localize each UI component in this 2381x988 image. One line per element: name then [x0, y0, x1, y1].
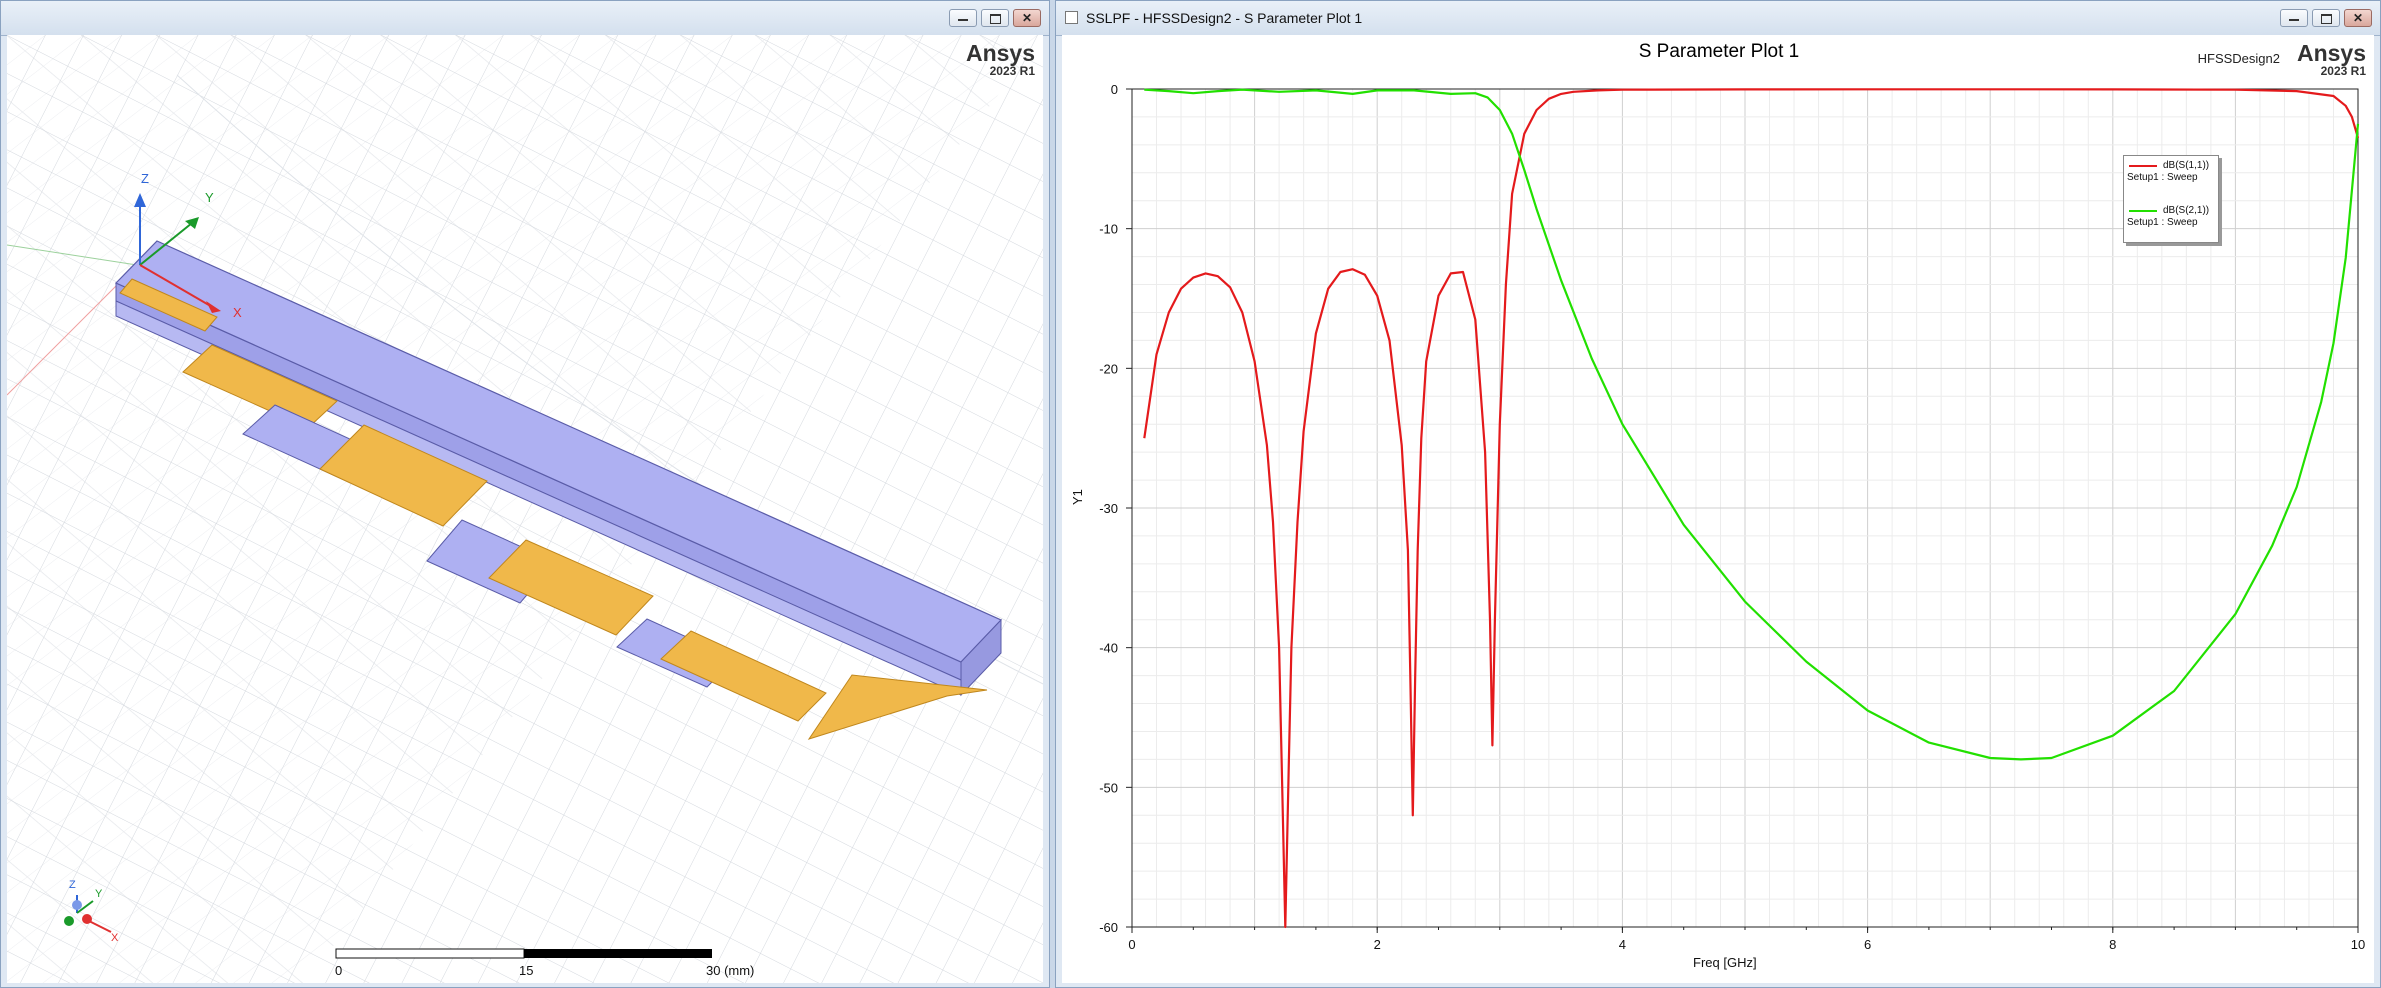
mini-axis-y: Y — [95, 888, 103, 900]
plot-titlebar[interactable]: SSLPF - HFSSDesign2 - S Parameter Plot 1… — [1056, 1, 2380, 36]
brand-name: Ansys — [2296, 40, 2366, 66]
x-tick-label: 10 — [2351, 937, 2365, 952]
plot-window-title: SSLPF - HFSSDesign2 - S Parameter Plot 1 — [1086, 10, 1363, 26]
minimize-button[interactable] — [949, 9, 977, 27]
x-tick-label: 0 — [1128, 937, 1135, 952]
axis-label-z: Z — [141, 171, 149, 186]
y-tick-label: -60 — [1099, 920, 1118, 935]
chart-legend[interactable]: dB(S(1,1)) Setup1 : Sweep dB(S(2,1)) Set… — [2123, 155, 2219, 243]
brand-name: Ansys — [965, 40, 1035, 66]
ruler-start-label: 0 — [335, 963, 343, 978]
chart-title: S Parameter Plot 1 — [1638, 41, 1800, 62]
x-tick-label: 8 — [2109, 937, 2116, 952]
close-button[interactable]: ✕ — [2344, 9, 2372, 27]
y-tick-label: -40 — [1099, 641, 1118, 656]
mini-axis-x: X — [111, 932, 119, 944]
x-axis-label: Freq [GHz] — [1693, 955, 1757, 970]
plot-window-controls: ✕ — [2280, 9, 2372, 27]
maximize-button[interactable] — [981, 9, 1009, 27]
modeler-window-controls: ✕ — [949, 9, 1041, 27]
y-axis-label: Y1 — [1070, 489, 1085, 505]
design-name: HFSSDesign2 — [2197, 51, 2280, 66]
modeler-window[interactable]: ✕ Z Y X Z Y X Ansys 2023 R1 0 15 30 (mm) — [0, 0, 1050, 988]
legend-label-s11: dB(S(1,1)) — [2163, 160, 2210, 171]
legend-swatch-s11 — [2129, 165, 2157, 167]
scale-ruler — [335, 948, 712, 959]
x-tick-label: 4 — [1619, 937, 1626, 952]
modeler-viewport[interactable]: Z Y X Z Y X Ansys 2023 R1 0 15 30 (mm) — [7, 35, 1043, 983]
maximize-button[interactable] — [2312, 9, 2340, 27]
legend-setup-s11: Setup1 : Sweep — [2127, 172, 2198, 183]
x-tick-label: 6 — [1864, 937, 1871, 952]
modeler-titlebar[interactable]: ✕ — [1, 1, 1049, 36]
window-app-icon — [1065, 11, 1078, 24]
brand-version: 2023 R1 — [2320, 64, 2366, 78]
brand-version: 2023 R1 — [989, 64, 1035, 78]
y-tick-label: 0 — [1111, 82, 1118, 97]
x-tick-label: 2 — [1374, 937, 1381, 952]
mini-axis-z: Z — [69, 879, 76, 891]
legend-swatch-s21 — [2129, 210, 2157, 212]
y-tick-label: -50 — [1099, 780, 1118, 795]
model-canvas[interactable]: Z Y X Z Y X — [7, 35, 1043, 983]
plot-area[interactable]: 0 2 4 6 8 10 0 -10 -20 -30 -40 -50 -60 S Parameter P… — [1062, 35, 2374, 983]
ansys-brand: Ansys 2023 R1 — [966, 41, 1035, 77]
y-tick-label: -10 — [1099, 222, 1118, 237]
minimize-button[interactable] — [2280, 9, 2308, 27]
axis-label-x: X — [233, 305, 242, 320]
ansys-brand: Ansys 2023 R1 — [2297, 41, 2366, 77]
legend-label-s21: dB(S(2,1)) — [2163, 205, 2210, 216]
plot-window[interactable]: SSLPF - HFSSDesign2 - S Parameter Plot 1… — [1055, 0, 2381, 988]
y-tick-label: -20 — [1099, 361, 1118, 376]
ruler-mid-label: 15 — [519, 963, 534, 978]
close-button[interactable]: ✕ — [1013, 9, 1041, 27]
ruler-end-label: 30 (mm) — [706, 963, 755, 978]
legend-setup-s21: Setup1 : Sweep — [2127, 217, 2198, 228]
y-tick-label: -30 — [1099, 501, 1118, 516]
axis-label-y: Y — [205, 190, 214, 205]
